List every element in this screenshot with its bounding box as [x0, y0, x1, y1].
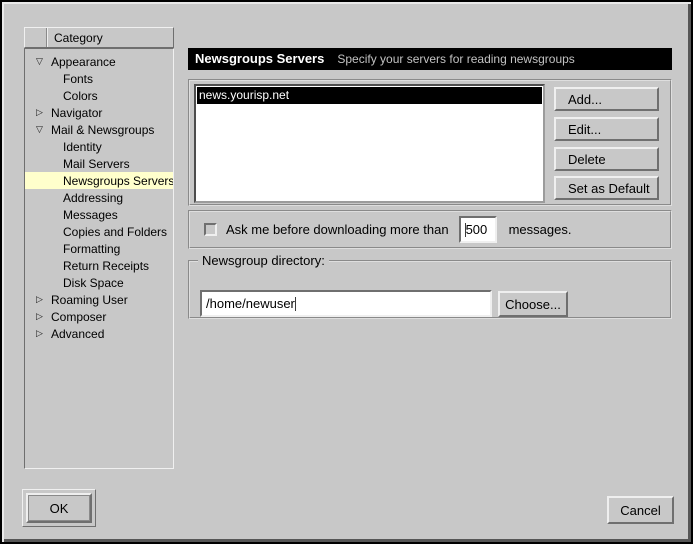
tree-item-mail-servers[interactable]: Mail Servers	[25, 155, 173, 172]
triangle-right-icon[interactable]: ▷	[33, 291, 46, 308]
newsgroup-directory-legend: Newsgroup directory:	[198, 253, 329, 268]
tree-item-colors[interactable]: Colors	[25, 87, 173, 104]
tree-item-label: Return Receipts	[63, 259, 149, 273]
category-tree: ▽ Appearance Fonts Colors ▷ Navigator ▽ Mail & …	[24, 48, 174, 469]
tree-item-label: Appearance	[51, 55, 116, 69]
tree-item-label: Copies and Folders	[63, 225, 167, 239]
tree-item-label: Roaming User	[51, 293, 128, 307]
tree-item-label: Advanced	[51, 327, 104, 341]
tree-item-label: Mail Servers	[63, 157, 130, 171]
ask-before-download-checkbox[interactable]	[204, 223, 217, 236]
tree-item-advanced[interactable]: ▷ Advanced	[25, 325, 173, 342]
panel-header: Newsgroups Servers Specify your servers …	[188, 48, 672, 70]
tree-item-messages[interactable]: Messages	[25, 206, 173, 223]
triangle-down-icon[interactable]: ▽	[33, 121, 46, 138]
set-default-button-label: Set as Default	[568, 181, 650, 196]
tree-item-label: Newsgroups Servers	[63, 174, 174, 188]
tree-item-fonts[interactable]: Fonts	[25, 70, 173, 87]
ask-before-download-label: Ask me before downloading more than	[226, 222, 449, 237]
tree-item-appearance[interactable]: ▽ Appearance	[25, 53, 173, 70]
triangle-right-icon[interactable]: ▷	[33, 104, 46, 121]
ok-button[interactable]: OK	[26, 493, 92, 523]
message-count-value: 500	[466, 222, 488, 237]
ok-button-label: OK	[28, 495, 90, 521]
category-header-spacer	[25, 28, 47, 47]
newsgroup-directory-group: Newsgroup directory: /home/newuser Choos…	[188, 253, 672, 319]
cancel-button-label: Cancel	[620, 503, 660, 518]
tree-item-newsgroups-servers[interactable]: Newsgroups Servers	[25, 172, 173, 189]
triangle-right-icon[interactable]: ▷	[33, 308, 46, 325]
servers-section: news.yourisp.net Add... Edit... Delete S…	[188, 79, 672, 206]
delete-button[interactable]: Delete	[554, 147, 659, 171]
tree-item-label: Mail & Newsgroups	[51, 123, 154, 137]
tree-item-label: Disk Space	[63, 276, 124, 290]
triangle-down-icon[interactable]: ▽	[33, 53, 46, 70]
tree-item-composer[interactable]: ▷ Composer	[25, 308, 173, 325]
category-header: Category	[24, 27, 174, 48]
preferences-dialog: Category ▽ Appearance Fonts Colors ▷ Navigato…	[0, 0, 693, 544]
message-count-input[interactable]: 500	[459, 216, 497, 243]
tree-item-mail-newsgroups[interactable]: ▽ Mail & Newsgroups	[25, 121, 173, 138]
tree-item-label: Colors	[63, 89, 98, 103]
ok-default-ring: OK	[22, 489, 96, 527]
cancel-button[interactable]: Cancel	[607, 496, 674, 524]
tree-item-label: Identity	[63, 140, 102, 154]
choose-button-label: Choose...	[505, 297, 561, 312]
edit-button[interactable]: Edit...	[554, 117, 659, 141]
tree-item-label: Formatting	[63, 242, 120, 256]
page-subtitle: Specify your servers for reading newsgro…	[337, 52, 574, 66]
tree-item-formatting[interactable]: Formatting	[25, 240, 173, 257]
tree-item-label: Addressing	[63, 191, 123, 205]
tree-item-addressing[interactable]: Addressing	[25, 189, 173, 206]
tree-item-disk-space[interactable]: Disk Space	[25, 274, 173, 291]
set-default-button[interactable]: Set as Default	[554, 176, 659, 200]
delete-button-label: Delete	[568, 152, 606, 167]
edit-button-label: Edit...	[568, 122, 601, 137]
tree-item-roaming-user[interactable]: ▷ Roaming User	[25, 291, 173, 308]
tree-item-label: Fonts	[63, 72, 93, 86]
tree-item-copies-and-folders[interactable]: Copies and Folders	[25, 223, 173, 240]
add-button[interactable]: Add...	[554, 87, 659, 111]
choose-button[interactable]: Choose...	[498, 291, 568, 317]
tree-item-identity[interactable]: Identity	[25, 138, 173, 155]
add-button-label: Add...	[568, 92, 602, 107]
server-listbox[interactable]: news.yourisp.net	[194, 84, 545, 203]
triangle-right-icon[interactable]: ▷	[33, 325, 46, 342]
tree-item-label: Composer	[51, 310, 106, 324]
tree-item-navigator[interactable]: ▷ Navigator	[25, 104, 173, 121]
download-prompt-section: Ask me before downloading more than 500 …	[188, 210, 672, 249]
tree-item-label: Messages	[63, 208, 118, 222]
category-header-label: Category	[47, 31, 103, 45]
tree-item-return-receipts[interactable]: Return Receipts	[25, 257, 173, 274]
page-title: Newsgroups Servers	[195, 51, 324, 66]
messages-label: messages.	[509, 222, 572, 237]
newsgroup-directory-input[interactable]: /home/newuser	[200, 290, 492, 317]
tree-item-label: Navigator	[51, 106, 102, 120]
newsgroup-directory-value: /home/newuser	[206, 296, 295, 311]
text-cursor-icon	[295, 297, 296, 311]
server-list-item[interactable]: news.yourisp.net	[196, 86, 543, 105]
